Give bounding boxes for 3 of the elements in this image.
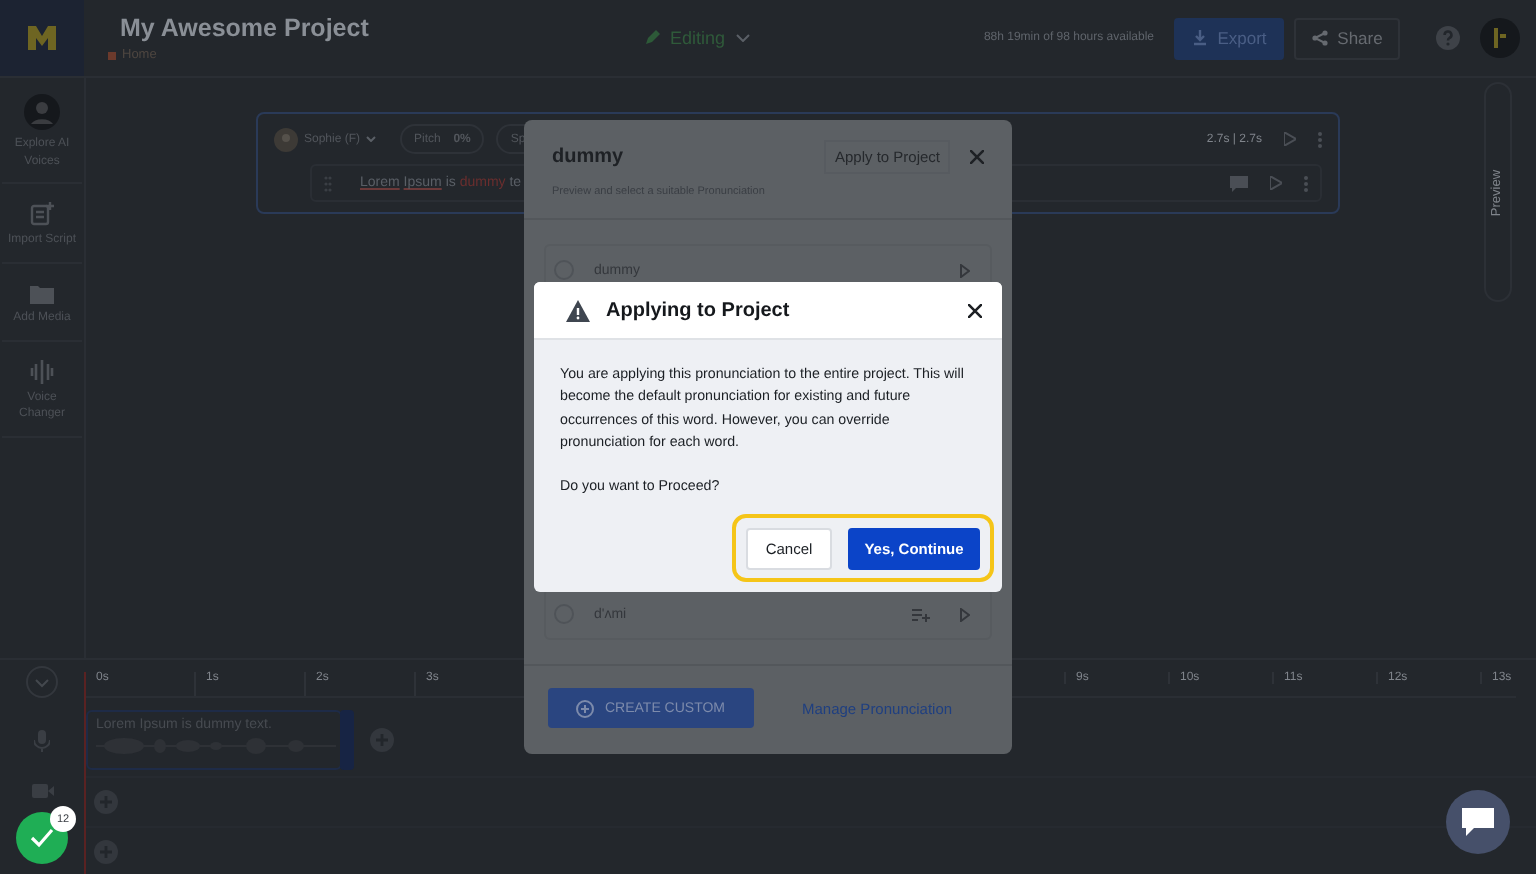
modal-title: dummy <box>552 146 624 168</box>
dialog-title: Applying to Project <box>606 299 790 321</box>
project-title: My Awesome Project <box>120 14 371 42</box>
